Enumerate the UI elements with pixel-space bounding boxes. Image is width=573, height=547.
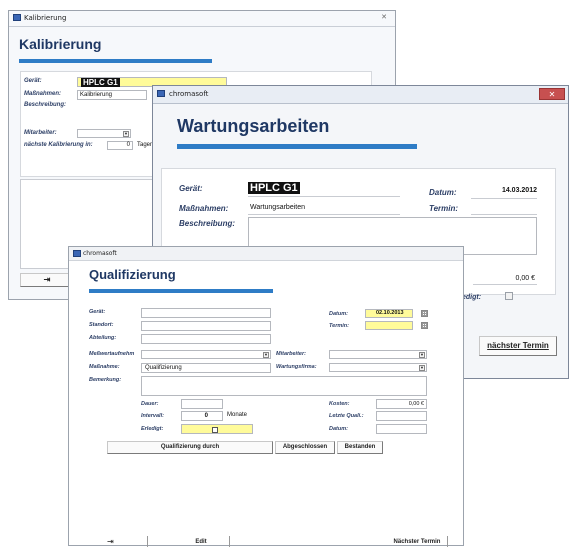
massnahme-field[interactable]: Qualifizierung xyxy=(141,363,271,373)
naechste-kalibrierung-label: nächste Kalibrierung in: xyxy=(24,142,93,148)
geraet-value: HPLC G1 xyxy=(248,182,300,194)
kosten-label: Kosten: xyxy=(329,401,350,407)
messwert-label: Meßwertaufnehm xyxy=(89,351,135,357)
page-title: Qualifizierung xyxy=(89,267,176,282)
kosten-field[interactable]: 0,00 € xyxy=(473,273,537,285)
window-title: Kalibrierung xyxy=(24,14,67,22)
mitarbeiter-select[interactable]: ▼ xyxy=(329,350,427,359)
datum-label: Datum: xyxy=(429,188,457,197)
bemerkung-field[interactable] xyxy=(141,376,427,396)
tage-label: Tagen xyxy=(137,142,154,148)
kosten-value: 0,00 € xyxy=(515,275,535,282)
intervall-label: Intervall: xyxy=(141,413,164,419)
geraet-field[interactable]: HPLC G1 xyxy=(248,181,400,197)
chevron-down-icon[interactable]: ▼ xyxy=(263,352,269,358)
app-icon xyxy=(73,250,81,257)
massnahmen-field[interactable]: Wartungsarbeiten xyxy=(248,201,400,215)
erledigt-field xyxy=(181,424,253,434)
bestanden-button[interactable]: Bestanden xyxy=(337,441,383,454)
intervall-value: 0 xyxy=(204,413,208,419)
monate-label: Monate xyxy=(227,412,248,418)
dauer-label: Dauer: xyxy=(141,401,159,407)
datum-field[interactable]: 14.03.2012 xyxy=(471,185,537,199)
beschreibung-label: Beschreibung: xyxy=(24,102,67,108)
chevron-down-icon[interactable]: ▼ xyxy=(123,131,129,137)
wartungsfirma-select[interactable]: ▼ xyxy=(329,363,427,372)
datum-value: 14.03.2012 xyxy=(501,187,537,194)
messwert-select[interactable]: ▼ xyxy=(141,350,271,359)
geraet-value: HPLC G1 xyxy=(81,78,120,87)
massnahmen-label: Maßnahmen: xyxy=(24,91,62,97)
geraet-label: Gerät: xyxy=(179,184,203,193)
massnahme-label: Maßnahme: xyxy=(89,364,120,370)
naechster-termin-button[interactable]: nächster Termin xyxy=(479,336,557,356)
calendar-icon[interactable] xyxy=(421,322,428,329)
app-icon xyxy=(13,14,21,21)
erledigt-checkbox[interactable] xyxy=(505,292,513,300)
wartungsfirma-label: Wartungsfirma: xyxy=(276,364,317,370)
title-underline xyxy=(177,144,417,149)
termin-field[interactable] xyxy=(471,201,537,215)
kosten-field[interactable]: 0,00 € xyxy=(376,399,427,409)
chevron-down-icon[interactable]: ▼ xyxy=(419,365,425,371)
erledigt-label: edigt: xyxy=(462,294,482,301)
close-icon[interactable]: ✕ xyxy=(539,88,565,100)
exit-button[interactable]: ⇥ xyxy=(20,273,74,287)
bemerkung-label: Bemerkung: xyxy=(89,377,122,383)
geraet-label: Gerät: xyxy=(24,78,42,84)
qualifizierung-durch-button[interactable]: Qualifizierung durch xyxy=(107,441,273,454)
datum2-label: Datum: xyxy=(329,426,348,432)
calendar-icon[interactable] xyxy=(421,310,428,317)
qualifizierung-titlebar: chromasoft xyxy=(69,247,463,261)
massnahme-value: Qualifizierung xyxy=(145,365,182,371)
termin-field[interactable] xyxy=(365,321,413,330)
massnahmen-label: Maßnahmen: xyxy=(179,204,229,213)
standort-field[interactable] xyxy=(141,321,271,331)
massnahmen-field[interactable]: Kalibrierung xyxy=(77,90,147,100)
exit-icon[interactable]: ⇥ xyxy=(107,537,114,546)
toolbar-separator xyxy=(147,536,148,547)
letzte-quali-label: Letzte Quali.: xyxy=(329,413,364,419)
beschreibung-label: Beschreibung: xyxy=(179,219,236,228)
mitarbeiter-label: Mitarbeiter: xyxy=(276,351,306,357)
wartung-titlebar: chromasoft ✕ xyxy=(153,86,568,104)
naechste-kalibrierung-value: 0 xyxy=(126,142,130,148)
datum-value: 02.10.2013 xyxy=(376,310,404,316)
geraet-field[interactable] xyxy=(141,308,271,318)
window-title: chromasoft xyxy=(83,250,117,257)
toolbar-separator xyxy=(229,536,230,547)
window-title: chromasoft xyxy=(169,90,209,98)
kosten-value: 0,00 € xyxy=(408,401,424,407)
close-icon[interactable]: ✕ xyxy=(381,13,387,21)
dauer-field[interactable] xyxy=(181,399,223,409)
datum2-field[interactable] xyxy=(376,424,427,434)
page-title: Wartungsarbeiten xyxy=(177,116,330,136)
geraet-label: Gerät: xyxy=(89,309,106,315)
page-title: Kalibrierung xyxy=(19,36,102,52)
intervall-field[interactable]: 0 xyxy=(181,411,223,421)
abteilung-label: Abteilung: xyxy=(89,335,117,341)
termin-label: Termin: xyxy=(429,204,459,213)
title-underline xyxy=(89,289,273,293)
mitarbeiter-label: Mitarbeiter: xyxy=(24,130,57,136)
datum-label: Datum: xyxy=(329,311,348,317)
toolbar-separator xyxy=(447,536,448,547)
erledigt-label: Erledigt: xyxy=(141,426,164,432)
abteilung-field[interactable] xyxy=(141,334,271,344)
app-icon xyxy=(157,90,165,97)
chevron-down-icon[interactable]: ▼ xyxy=(419,352,425,358)
title-underline xyxy=(19,59,212,63)
kalibrierung-titlebar: Kalibrierung ✕ xyxy=(9,11,395,27)
mitarbeiter-select[interactable]: ▼ xyxy=(77,129,131,138)
massnahmen-value: Wartungsarbeiten xyxy=(250,204,305,211)
letzte-quali-field[interactable] xyxy=(376,411,427,421)
qualifizierung-window: chromasoft Qualifizierung Gerät: Standor… xyxy=(68,246,464,547)
standort-label: Standort: xyxy=(89,322,114,328)
termin-label: Termin: xyxy=(329,323,349,329)
abgeschlossen-button[interactable]: Abgeschlossen xyxy=(275,441,335,454)
erledigt-checkbox[interactable] xyxy=(212,427,218,433)
naechste-kalibrierung-field[interactable]: 0 xyxy=(107,141,133,150)
massnahmen-value: Kalibrierung xyxy=(80,92,113,98)
datum-field[interactable]: 02.10.2013 xyxy=(365,309,413,318)
